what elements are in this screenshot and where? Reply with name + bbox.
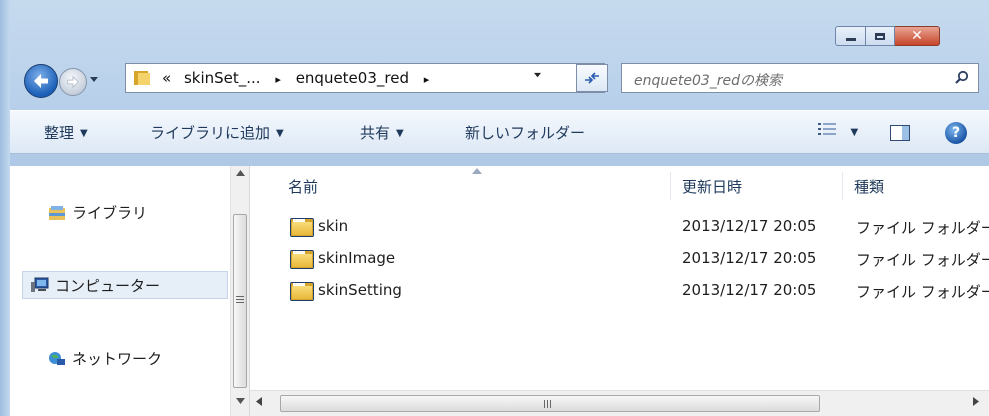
search-placeholder: enquete03_redの検索 [634,73,783,89]
back-arrow-icon [34,74,48,88]
column-header-modified[interactable]: 更新日時 [682,166,742,206]
view-options-button[interactable]: ▼ [818,123,858,139]
nav-item-label: コンピューター [55,276,161,295]
sort-ascending-icon [472,168,482,174]
nav-item-label: ネットワーク [72,350,163,368]
organize-menu[interactable]: 整理 ▼ [44,122,88,143]
share-menu[interactable]: 共有 ▼ [360,122,404,143]
column-divider[interactable] [842,172,843,200]
recent-pages-button[interactable] [89,76,99,86]
minimize-icon [845,37,856,41]
breadcrumb-segment[interactable]: skinSet_... [184,69,261,87]
forward-button[interactable] [59,68,87,96]
scroll-down-icon[interactable] [236,398,245,404]
breadcrumb-separator[interactable]: ▸ [424,73,430,86]
breadcrumb-segment[interactable]: enquete03_red [296,69,409,87]
library-icon [48,205,66,221]
computer-icon [31,277,49,293]
refresh-button[interactable] [576,64,608,92]
file-name: skin [318,217,349,235]
breadcrumb: « skinSet_... ▸ enquete03_red ▸ [162,69,439,87]
chevron-down-icon: ▼ [80,128,88,139]
organize-label: 整理 [44,124,75,142]
window-left-border [0,0,10,416]
add-to-library-menu[interactable]: ライブラリに追加 ▼ [150,122,284,143]
file-name: skinSetting [318,281,402,299]
nav-item-label: ライブラリ [72,204,148,222]
command-bar: 整理 ▼ ライブラリに追加 ▼ 共有 ▼ 新しいフォルダー ▼ ? [10,110,989,154]
table-row[interactable]: skin 2013/12/17 20:05 ファイル フォルダー [250,212,989,242]
network-icon [48,351,66,367]
nav-item-network[interactable]: ネットワーク [48,348,162,369]
navigation-pane: ライブラリ コンピューター ネットワーク [10,166,230,416]
close-button[interactable]: ✕ [895,26,940,46]
caption-buttons: ✕ [835,26,940,48]
nav-item-library[interactable]: ライブラリ [48,202,147,223]
preview-pane-button[interactable] [890,125,910,141]
horizontal-scrollbar[interactable] [250,390,989,416]
breadcrumb-overflow[interactable]: « [162,69,171,87]
chevron-down-icon: ▼ [850,127,859,138]
folder-icon [290,250,314,269]
scroll-left-icon[interactable] [256,397,262,406]
share-label: 共有 [360,124,391,142]
file-modified: 2013/12/17 20:05 [682,217,817,235]
navigation-scrollbar[interactable] [230,166,250,416]
grip-icon [236,296,244,303]
column-header-label: 種類 [854,177,885,196]
table-row[interactable]: skinSetting 2013/12/17 20:05 ファイル フォルダー [250,276,989,306]
maximize-button[interactable] [866,26,895,46]
grip-icon [544,400,551,408]
column-header-type[interactable]: 種類 [854,166,884,206]
chevron-down-icon: ▼ [396,128,404,139]
column-header-label: 更新日時 [682,177,743,196]
new-folder-button[interactable]: 新しいフォルダー [465,122,585,143]
refresh-icon [585,72,599,84]
folder-icon [290,218,314,237]
forward-arrow-icon [67,76,79,88]
chevron-down-icon: ▼ [276,128,284,139]
nav-item-computer[interactable]: コンピューター [22,271,228,299]
file-list: 名前 更新日時 種類 skin 2013/12/17 20:05 ファイル フォ… [250,166,989,390]
explorer-window: ✕ « skinSet_... ▸ enquete03_red ▸ enquet… [0,0,989,416]
new-folder-label: 新しいフォルダー [465,124,586,142]
help-button[interactable]: ? [945,122,967,144]
back-button[interactable] [24,64,58,98]
chevron-down-icon [90,77,98,82]
add-to-library-label: ライブラリに追加 [150,124,271,142]
scroll-right-icon[interactable] [973,397,979,406]
close-icon: ✕ [911,28,923,44]
file-modified: 2013/12/17 20:05 [682,281,817,299]
help-icon: ? [951,125,961,141]
file-name: skinImage [318,249,396,267]
breadcrumb-separator[interactable]: ▸ [275,73,281,86]
search-box[interactable]: enquete03_redの検索 [621,63,979,93]
file-modified: 2013/12/17 20:05 [682,249,817,267]
column-divider[interactable] [670,172,671,200]
chevron-down-icon [534,72,541,78]
address-history-dropdown[interactable] [533,69,542,82]
scroll-up-icon[interactable] [236,170,245,176]
column-header-name[interactable]: 名前 [288,166,318,206]
minimize-button[interactable] [835,26,866,46]
scrollbar-thumb[interactable] [233,214,247,388]
file-type: ファイル フォルダー [856,251,989,269]
view-details-icon [818,123,836,135]
maximize-icon [875,32,885,40]
table-row[interactable]: skinImage 2013/12/17 20:05 ファイル フォルダー [250,244,989,274]
search-icon[interactable] [954,70,970,86]
file-type: ファイル フォルダー [856,219,989,237]
scrollbar-thumb[interactable] [280,395,820,412]
folder-icon [134,70,152,86]
folder-icon [290,282,314,301]
column-header-label: 名前 [288,177,319,196]
file-type: ファイル フォルダー [856,283,989,301]
